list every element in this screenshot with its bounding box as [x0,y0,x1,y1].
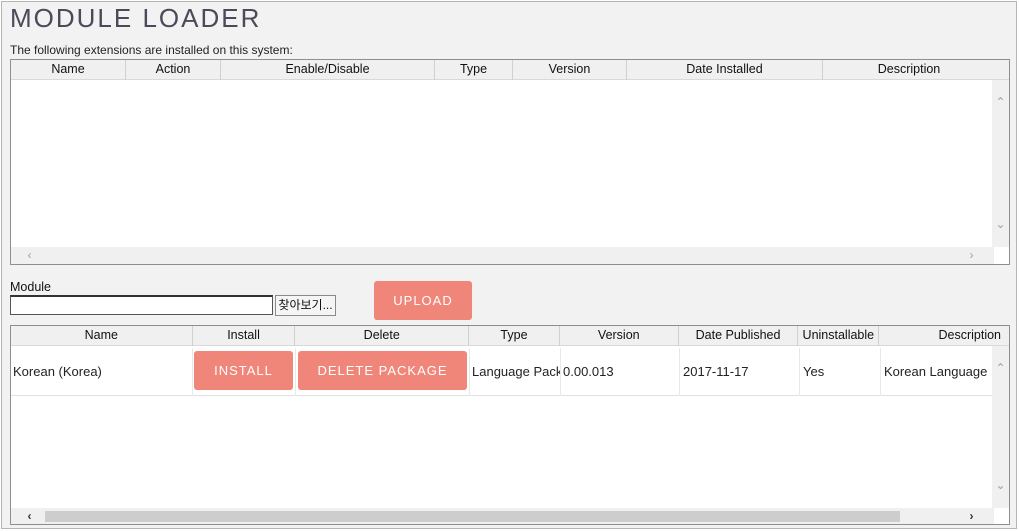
package-name: Korean (Korea) [11,348,193,396]
column-header-action[interactable]: Action [126,60,221,80]
delete-cell: DELETE PACKAGE [296,348,470,396]
chevron-right-icon[interactable]: › [963,510,980,522]
module-loader-page: MODULE LOADER The following extensions a… [1,1,1017,529]
packages-table: Name Install Delete Type Version Date Pu… [10,325,1010,525]
packages-horizontal-scrollbar[interactable]: ‹ › [11,508,994,524]
chevron-up-icon[interactable]: ⌃ [992,96,1009,108]
chevron-left-icon[interactable]: ‹ [21,510,38,522]
column-header-uninstallable[interactable]: Uninstallable [798,326,880,346]
table-row: Korean (Korea) INSTALL DELETE PACKAGE La… [11,348,994,396]
installed-table-header: Name Action Enable/Disable Type Version … [11,60,1009,80]
package-uninstallable: Yes [800,348,881,396]
column-header-name[interactable]: Name [11,60,126,80]
column-header-type[interactable]: Type [469,326,560,346]
delete-package-button[interactable]: DELETE PACKAGE [298,351,467,390]
installed-vertical-scrollbar[interactable]: ⌃ ⌄ [992,80,1009,247]
column-header-install[interactable]: Install [193,326,296,346]
column-header-name[interactable]: Name [11,326,193,346]
chevron-down-icon[interactable]: ⌄ [992,218,1009,230]
installed-horizontal-scrollbar[interactable]: ‹ › [11,247,994,264]
column-header-description[interactable]: Description [823,60,995,80]
package-type: Language Pack [470,348,561,396]
chevron-up-icon[interactable]: ⌃ [992,362,1009,374]
chevron-down-icon[interactable]: ⌄ [992,479,1009,491]
column-header-enable-disable[interactable]: Enable/Disable [221,60,435,80]
column-header-description[interactable]: Description [879,326,1009,346]
module-label: Module [10,280,51,294]
packages-vertical-scrollbar[interactable]: ⌃ ⌄ [992,346,1009,508]
package-date-published: 2017-11-17 [680,348,800,396]
upload-button[interactable]: UPLOAD [374,281,472,320]
column-header-delete[interactable]: Delete [295,326,470,346]
install-button[interactable]: INSTALL [194,351,293,390]
chevron-left-icon[interactable]: ‹ [21,249,38,261]
module-file-input[interactable] [10,295,273,315]
installed-extensions-table: Name Action Enable/Disable Type Version … [10,59,1010,265]
column-header-type[interactable]: Type [435,60,513,80]
install-cell: INSTALL [193,348,296,396]
browse-button[interactable]: 찾아보기... [275,295,336,316]
column-header-date-published[interactable]: Date Published [679,326,799,346]
scrollbar-thumb[interactable] [45,511,900,522]
column-header-version[interactable]: Version [513,60,627,80]
packages-table-header: Name Install Delete Type Version Date Pu… [11,326,1009,346]
installed-caption: The following extensions are installed o… [10,43,293,57]
package-description: Korean Language P [884,364,994,379]
page-title: MODULE LOADER [10,3,262,33]
chevron-right-icon[interactable]: › [963,249,980,261]
package-version: 0.00.013 [561,348,680,396]
column-header-date-installed[interactable]: Date Installed [627,60,823,80]
column-header-version[interactable]: Version [560,326,679,346]
